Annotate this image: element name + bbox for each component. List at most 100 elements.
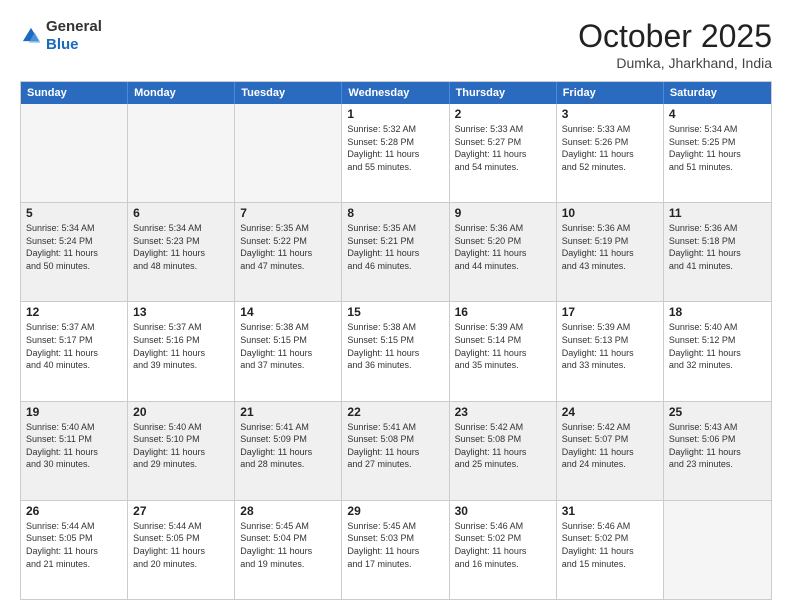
calendar-row: 5Sunrise: 5:34 AM Sunset: 5:24 PM Daylig… [21,202,771,301]
weekday-header: Thursday [450,82,557,104]
day-cell: 29Sunrise: 5:45 AM Sunset: 5:03 PM Dayli… [342,501,449,599]
logo-text: General Blue [46,18,102,54]
day-cell: 14 Sunrise: 5:38 AM Sunset: 5:15 PM Dayli… [235,302,342,400]
day-cell: 5Sunrise: 5:34 AM Sunset: 5:24 PM Daylig… [21,203,128,301]
calendar-row: 26 Sunrise: 5:44 AM Sunset: 5:05 PM Dayli… [21,500,771,599]
day-info: Sunrise: 5:46 AM Sunset: 5:02 PM Dayligh… [455,520,551,570]
header: General Blue October 2025 Dumka, Jharkha… [20,18,772,71]
day-cell: 18 Sunrise: 5:40 AM Sunset: 5:12 PM Dayli… [664,302,771,400]
day-number: 17 [562,305,658,319]
day-info: Sunrise: 5:34 AM Sunset: 5:25 PM Dayligh… [669,123,766,173]
day-number: 5 [26,206,122,220]
weekday-header: Sunday [21,82,128,104]
day-number: 14 [240,305,336,319]
empty-cell [664,501,771,599]
day-cell: 11Sunrise: 5:36 AM Sunset: 5:18 PM Dayli… [664,203,771,301]
day-cell: 28Sunrise: 5:45 AM Sunset: 5:04 PM Dayli… [235,501,342,599]
empty-cell [21,104,128,202]
logo-blue: Blue [46,36,79,53]
day-number: 19 [26,405,122,419]
location: Dumka, Jharkhand, India [578,55,772,71]
day-cell: 26 Sunrise: 5:44 AM Sunset: 5:05 PM Dayli… [21,501,128,599]
weekday-header: Monday [128,82,235,104]
day-cell: 13 Sunrise: 5:37 AM Sunset: 5:16 PM Dayli… [128,302,235,400]
title-block: October 2025 Dumka, Jharkhand, India [578,18,772,71]
day-info: Sunrise: 5:40 AM Sunset: 5:11 PM Dayligh… [26,421,122,471]
day-number: 28 [240,504,336,518]
day-cell: 7 Sunrise: 5:35 AM Sunset: 5:22 PM Daylig… [235,203,342,301]
day-number: 25 [669,405,766,419]
day-cell: 2 Sunrise: 5:33 AM Sunset: 5:27 PM Daylig… [450,104,557,202]
logo: General Blue [20,18,102,54]
day-info: Sunrise: 5:44 AM Sunset: 5:05 PM Dayligh… [133,520,229,570]
day-number: 24 [562,405,658,419]
day-info: Sunrise: 5:35 AM Sunset: 5:22 PM Dayligh… [240,222,336,272]
day-info: Sunrise: 5:36 AM Sunset: 5:18 PM Dayligh… [669,222,766,272]
day-info: Sunrise: 5:34 AM Sunset: 5:23 PM Dayligh… [133,222,229,272]
calendar-row: 12Sunrise: 5:37 AM Sunset: 5:17 PM Dayli… [21,301,771,400]
day-info: Sunrise: 5:46 AM Sunset: 5:02 PM Dayligh… [562,520,658,570]
day-info: Sunrise: 5:37 AM Sunset: 5:16 PM Dayligh… [133,321,229,371]
day-cell: 23Sunrise: 5:42 AM Sunset: 5:08 PM Dayli… [450,402,557,500]
day-info: Sunrise: 5:33 AM Sunset: 5:27 PM Dayligh… [455,123,551,173]
day-number: 29 [347,504,443,518]
day-info: Sunrise: 5:35 AM Sunset: 5:21 PM Dayligh… [347,222,443,272]
day-info: Sunrise: 5:42 AM Sunset: 5:07 PM Dayligh… [562,421,658,471]
day-cell: 17 Sunrise: 5:39 AM Sunset: 5:13 PM Dayli… [557,302,664,400]
day-cell: 15Sunrise: 5:38 AM Sunset: 5:15 PM Dayli… [342,302,449,400]
day-number: 12 [26,305,122,319]
day-info: Sunrise: 5:41 AM Sunset: 5:09 PM Dayligh… [240,421,336,471]
day-number: 9 [455,206,551,220]
day-number: 31 [562,504,658,518]
day-cell: 22Sunrise: 5:41 AM Sunset: 5:08 PM Dayli… [342,402,449,500]
day-number: 3 [562,107,658,121]
day-number: 1 [347,107,443,121]
calendar-header: SundayMondayTuesdayWednesdayThursdayFrid… [21,82,771,104]
day-cell: 10Sunrise: 5:36 AM Sunset: 5:19 PM Dayli… [557,203,664,301]
day-info: Sunrise: 5:39 AM Sunset: 5:13 PM Dayligh… [562,321,658,371]
month-title: October 2025 [578,18,772,55]
day-number: 18 [669,305,766,319]
day-number: 4 [669,107,766,121]
day-number: 13 [133,305,229,319]
day-number: 6 [133,206,229,220]
calendar-body: 1 Sunrise: 5:32 AM Sunset: 5:28 PM Daylig… [21,104,771,599]
day-number: 2 [455,107,551,121]
day-number: 22 [347,405,443,419]
empty-cell [128,104,235,202]
day-cell: 25 Sunrise: 5:43 AM Sunset: 5:06 PM Dayli… [664,402,771,500]
calendar: SundayMondayTuesdayWednesdayThursdayFrid… [20,81,772,600]
day-number: 30 [455,504,551,518]
weekday-header: Tuesday [235,82,342,104]
calendar-row: 1 Sunrise: 5:32 AM Sunset: 5:28 PM Daylig… [21,104,771,202]
empty-cell [235,104,342,202]
day-cell: 8 Sunrise: 5:35 AM Sunset: 5:21 PM Daylig… [342,203,449,301]
day-cell: 24 Sunrise: 5:42 AM Sunset: 5:07 PM Dayli… [557,402,664,500]
day-info: Sunrise: 5:33 AM Sunset: 5:26 PM Dayligh… [562,123,658,173]
day-info: Sunrise: 5:39 AM Sunset: 5:14 PM Dayligh… [455,321,551,371]
day-cell: 21Sunrise: 5:41 AM Sunset: 5:09 PM Dayli… [235,402,342,500]
day-cell: 20Sunrise: 5:40 AM Sunset: 5:10 PM Dayli… [128,402,235,500]
day-cell: 1 Sunrise: 5:32 AM Sunset: 5:28 PM Daylig… [342,104,449,202]
day-number: 23 [455,405,551,419]
logo-icon [20,25,42,47]
day-cell: 16 Sunrise: 5:39 AM Sunset: 5:14 PM Dayli… [450,302,557,400]
day-info: Sunrise: 5:40 AM Sunset: 5:12 PM Dayligh… [669,321,766,371]
day-info: Sunrise: 5:38 AM Sunset: 5:15 PM Dayligh… [347,321,443,371]
day-cell: 19 Sunrise: 5:40 AM Sunset: 5:11 PM Dayli… [21,402,128,500]
weekday-header: Saturday [664,82,771,104]
day-number: 10 [562,206,658,220]
day-info: Sunrise: 5:38 AM Sunset: 5:15 PM Dayligh… [240,321,336,371]
day-cell: 3 Sunrise: 5:33 AM Sunset: 5:26 PM Daylig… [557,104,664,202]
day-info: Sunrise: 5:44 AM Sunset: 5:05 PM Dayligh… [26,520,122,570]
day-cell: 27Sunrise: 5:44 AM Sunset: 5:05 PM Dayli… [128,501,235,599]
day-info: Sunrise: 5:43 AM Sunset: 5:06 PM Dayligh… [669,421,766,471]
day-number: 26 [26,504,122,518]
day-number: 16 [455,305,551,319]
day-cell: 12Sunrise: 5:37 AM Sunset: 5:17 PM Dayli… [21,302,128,400]
day-number: 7 [240,206,336,220]
day-cell: 4 Sunrise: 5:34 AM Sunset: 5:25 PM Daylig… [664,104,771,202]
day-info: Sunrise: 5:32 AM Sunset: 5:28 PM Dayligh… [347,123,443,173]
page: General Blue October 2025 Dumka, Jharkha… [0,0,792,612]
day-number: 8 [347,206,443,220]
